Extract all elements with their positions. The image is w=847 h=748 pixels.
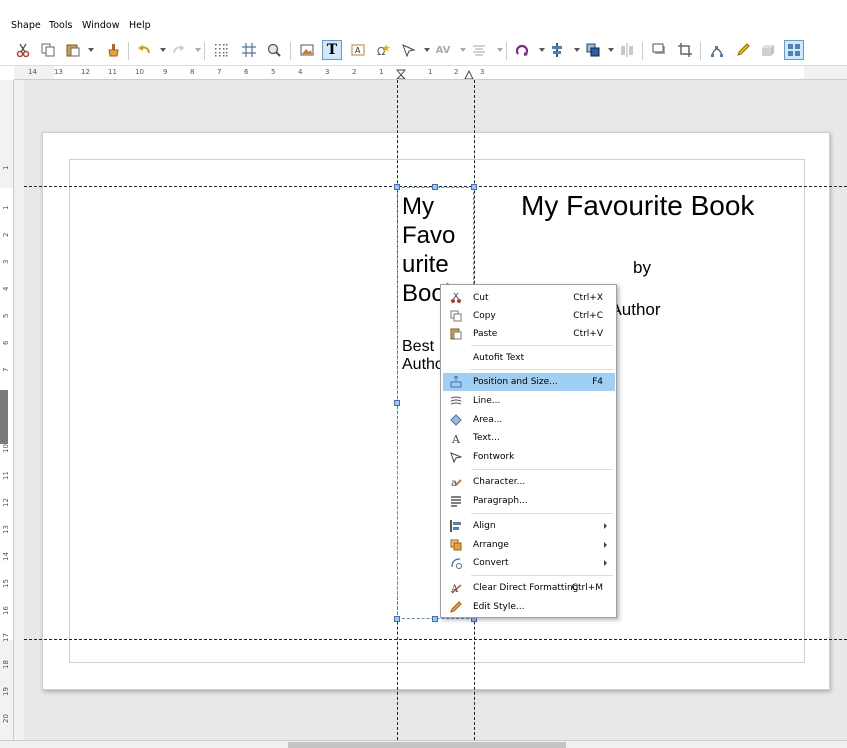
horizontal-scrollbar[interactable]: [0, 740, 847, 748]
resize-handle-nw[interactable]: [394, 184, 400, 190]
menu-bar: Shape Tools Window Help: [0, 0, 847, 36]
menu-item-edit-style[interactable]: Edit Style...: [443, 598, 615, 616]
menu-shape[interactable]: Shape: [11, 20, 41, 31]
position-size-icon: [450, 375, 462, 388]
paste-icon[interactable]: [63, 40, 83, 60]
fontwork-icon: [450, 451, 463, 464]
menu-item-cut[interactable]: Cut Ctrl+X: [443, 289, 615, 307]
resize-handle-w[interactable]: [394, 400, 400, 406]
copy-icon: [450, 310, 462, 322]
special-character-icon[interactable]: Ω: [373, 40, 393, 60]
horizontal-ruler[interactable]: 14 13 12 11 10 9 8 7 6 5 4 3 2 1 1 2 3: [14, 66, 847, 80]
character-icon: a: [450, 476, 462, 489]
svg-text:A: A: [450, 584, 459, 594]
menu-item-text[interactable]: A Text...: [443, 429, 615, 447]
submenu-arrow-icon: [604, 523, 607, 529]
resize-handle-n[interactable]: [432, 184, 438, 190]
paragraph-icon: [450, 495, 462, 507]
align-icon[interactable]: [469, 40, 489, 60]
grid-icon[interactable]: [211, 40, 231, 60]
paste-icon: [450, 328, 462, 340]
menu-item-copy[interactable]: Copy Ctrl+C: [443, 307, 615, 325]
snap-grid-icon[interactable]: [239, 40, 259, 60]
text-icon: A: [450, 432, 462, 446]
align-objects-icon[interactable]: [547, 40, 567, 60]
clear-formatting-icon: A: [450, 582, 462, 595]
curve-icon[interactable]: [399, 40, 419, 60]
redo-icon[interactable]: [169, 40, 189, 60]
scissors-icon: [450, 292, 462, 304]
arrange-icon[interactable]: [583, 40, 603, 60]
book-title[interactable]: My Favourite Book: [521, 190, 754, 222]
align-icon: [450, 520, 462, 532]
drawing-canvas[interactable]: My Favo urite Book Best Autho My Favouri…: [24, 80, 847, 740]
menu-item-paragraph[interactable]: Paragraph...: [443, 492, 615, 510]
menu-item-clear-direct-formatting[interactable]: A Clear Direct Formatting Ctrl+M: [443, 579, 615, 597]
svg-text:a: a: [451, 478, 457, 488]
right-indent-marker[interactable]: [464, 69, 474, 79]
menu-window[interactable]: Window: [82, 20, 119, 31]
crop-icon[interactable]: [675, 40, 695, 60]
menu-item-arrange[interactable]: Arrange: [443, 536, 615, 554]
convert-icon: [450, 557, 462, 569]
menu-item-convert[interactable]: Convert: [443, 554, 615, 572]
image-icon[interactable]: [297, 40, 317, 60]
left-indent-marker[interactable]: [396, 69, 406, 79]
menu-item-paste[interactable]: Paste Ctrl+V: [443, 325, 615, 343]
menu-item-position-and-size[interactable]: Position and Size... F4: [443, 373, 615, 391]
menu-item-autofit-text[interactable]: Autofit Text: [443, 349, 615, 367]
menu-item-area[interactable]: Area...: [443, 411, 615, 429]
zoom-icon[interactable]: [264, 40, 284, 60]
submenu-arrow-icon: [604, 542, 607, 548]
by-text[interactable]: by: [633, 258, 651, 278]
menu-item-line[interactable]: Line...: [443, 392, 615, 410]
arrange-icon: [450, 539, 462, 551]
draw-icon[interactable]: [733, 40, 753, 60]
area-icon: [450, 414, 462, 426]
menu-item-character[interactable]: a Character...: [443, 473, 615, 491]
edit-style-icon: [450, 601, 462, 613]
copy-icon[interactable]: [38, 40, 58, 60]
scrollbar-thumb[interactable]: [288, 742, 566, 748]
resize-handle-s[interactable]: [432, 616, 438, 622]
spacing-icon[interactable]: AV: [433, 40, 453, 60]
standard-toolbar: T A Ω AV: [0, 36, 847, 66]
distribute-icon[interactable]: [617, 40, 637, 60]
ruler-corner: [0, 66, 14, 80]
svg-text:A: A: [355, 46, 361, 55]
fontwork-icon[interactable]: A: [348, 40, 368, 60]
snap-guide-bottom: [24, 639, 847, 640]
line-icon: [450, 395, 462, 407]
menu-tools[interactable]: Tools: [49, 20, 72, 31]
3d-icon[interactable]: [758, 40, 778, 60]
shadow-icon[interactable]: [649, 40, 669, 60]
svg-text:A: A: [451, 433, 461, 444]
toggle-extrusion-icon[interactable]: [784, 40, 804, 60]
submenu-arrow-icon: [604, 560, 607, 566]
menu-item-align[interactable]: Align: [443, 517, 615, 535]
menu-item-fontwork[interactable]: Fontwork: [443, 448, 615, 466]
menu-help[interactable]: Help: [129, 20, 151, 31]
clone-formatting-icon[interactable]: [103, 40, 123, 60]
text-box-icon[interactable]: T: [322, 40, 342, 60]
resize-handle-ne[interactable]: [471, 184, 477, 190]
sidebar-collapse-handle[interactable]: [0, 390, 8, 444]
cut-icon[interactable]: [13, 40, 33, 60]
rotate-icon[interactable]: [512, 40, 532, 60]
resize-handle-sw[interactable]: [394, 616, 400, 622]
context-menu: Cut Ctrl+X Copy Ctrl+C Paste Ctrl+V Auto…: [440, 284, 617, 618]
points-icon[interactable]: [707, 40, 727, 60]
undo-icon[interactable]: [134, 40, 154, 60]
